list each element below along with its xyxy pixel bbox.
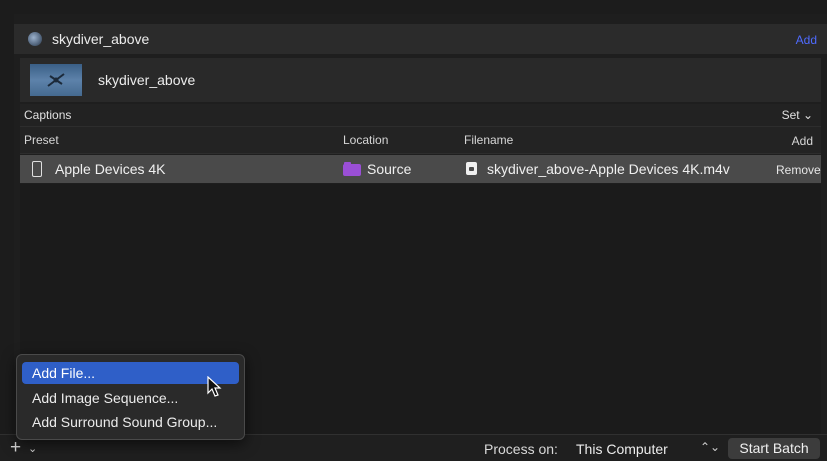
output-row[interactable]: Apple Devices 4K Source skydiver_above-A… [20,155,821,183]
process-on-select[interactable]: This Computer [576,441,668,457]
captions-row: Captions Set ⌄ [20,104,821,127]
job-header[interactable]: skydiver_above Add [14,24,827,54]
location-column-header: Location [343,133,389,147]
filename-column-header: Filename [464,133,514,147]
location-value[interactable]: Source [367,161,411,177]
menu-item-add-surround-sound-group[interactable]: Add Surround Sound Group... [22,411,239,433]
add-output-button[interactable]: Add [792,134,813,148]
chevron-down-icon[interactable]: ⌄ [28,442,37,455]
updown-icon[interactable]: ⌃⌄ [700,440,720,454]
column-header: Preset Location Filename Add [20,127,821,154]
pointer-cursor-icon [207,376,222,397]
start-batch-button[interactable]: Start Batch [728,438,820,459]
device-icon [32,161,42,177]
preset-name[interactable]: Apple Devices 4K [55,161,166,177]
source-row[interactable]: skydiver_above [20,58,821,102]
captions-set-button[interactable]: Set ⌄ [782,108,813,122]
captions-label: Captions [24,108,72,122]
remove-output-button[interactable]: Remove [776,163,821,177]
preset-column-header: Preset [24,133,59,147]
job-icon [28,32,42,46]
folder-icon [343,162,361,176]
add-plus-button[interactable]: + [10,437,21,459]
file-icon [466,162,477,175]
job-title: skydiver_above [52,31,150,47]
add-source-button[interactable]: Add [796,33,817,47]
source-name: skydiver_above [98,72,196,88]
process-on-label: Process on: [484,441,558,457]
filename-value[interactable]: skydiver_above-Apple Devices 4K.m4v [487,161,730,177]
source-thumbnail [30,64,82,96]
